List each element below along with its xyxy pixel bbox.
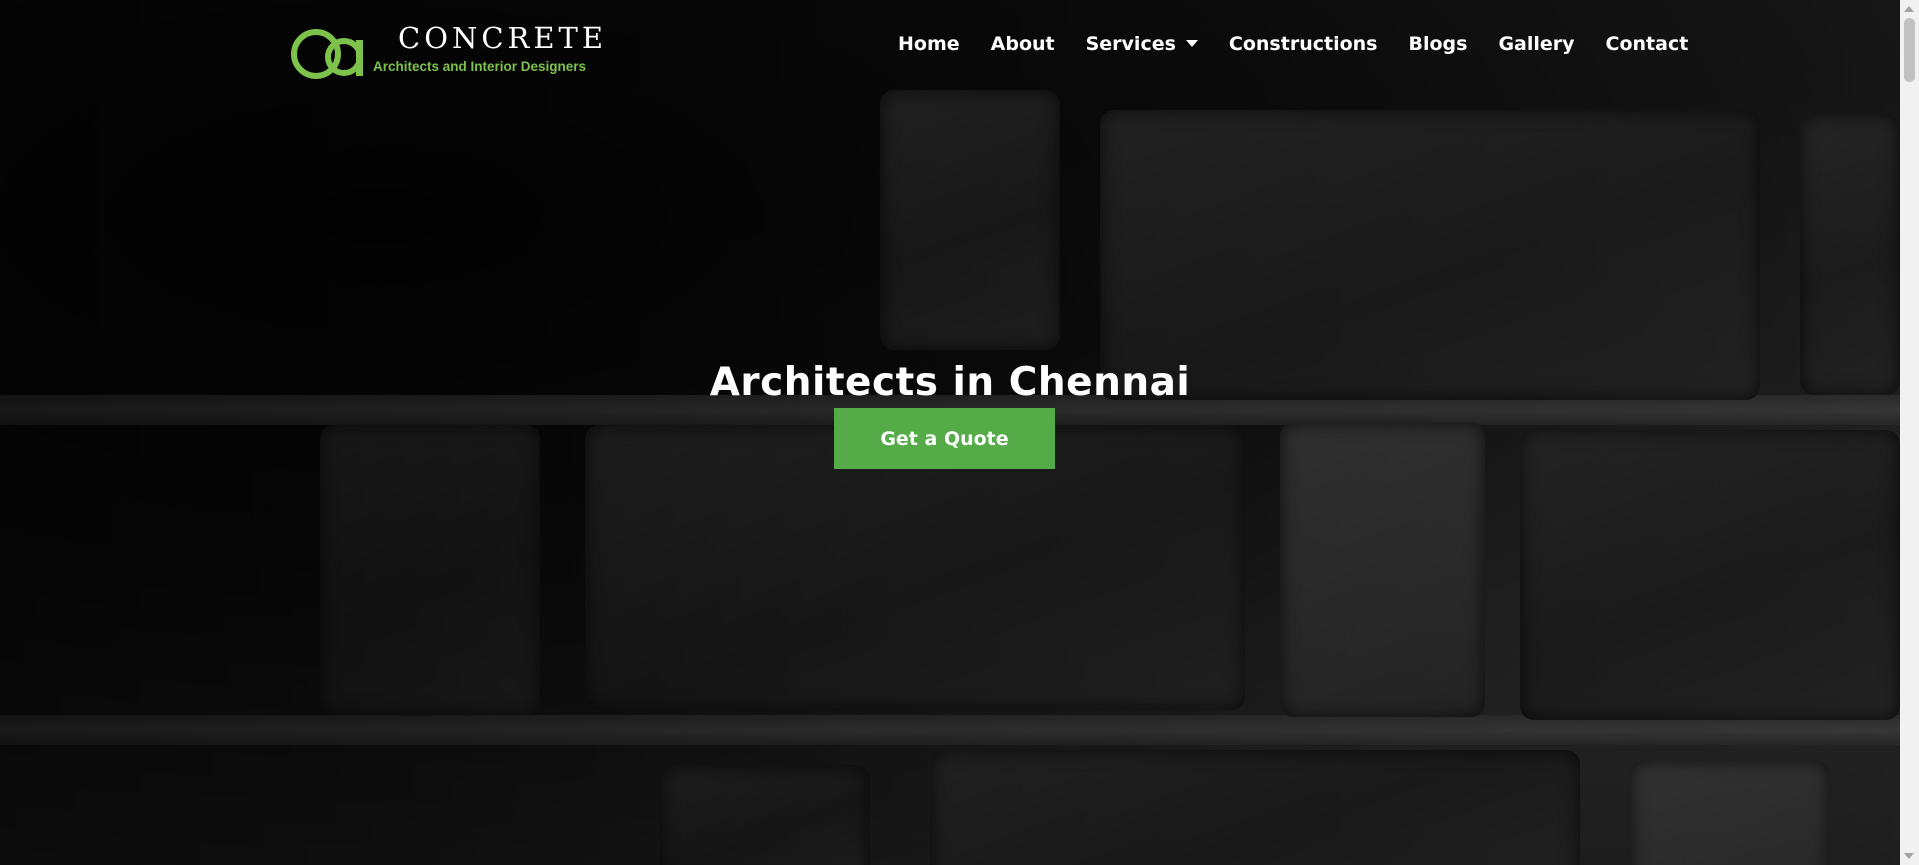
scroll-up-arrow-icon[interactable] bbox=[1904, 6, 1914, 12]
site-logo[interactable]: CONCRETE Architects and Interior Designe… bbox=[290, 20, 603, 80]
nav-about[interactable]: About bbox=[991, 33, 1055, 55]
logo-mark-icon bbox=[291, 29, 363, 79]
nav-services[interactable]: Services bbox=[1086, 33, 1198, 55]
main-nav: Home About Services Constructions Blogs … bbox=[898, 33, 1688, 55]
logo-subtitle: Architects and Interior Designers bbox=[373, 59, 587, 74]
nav-about-label: About bbox=[990, 33, 1055, 55]
nav-constructions-label: Constructions bbox=[1228, 33, 1378, 55]
get-quote-button[interactable]: Get a Quote bbox=[834, 408, 1055, 469]
nav-contact-label: Contact bbox=[1605, 33, 1689, 55]
nav-blogs-label: Blogs bbox=[1408, 33, 1468, 55]
nav-blogs[interactable]: Blogs bbox=[1408, 33, 1467, 55]
chevron-down-icon bbox=[1185, 39, 1198, 47]
nav-home-label: Home bbox=[898, 33, 960, 55]
nav-gallery-label: Gallery bbox=[1498, 33, 1575, 55]
nav-gallery[interactable]: Gallery bbox=[1498, 33, 1574, 55]
scroll-down-arrow-icon[interactable] bbox=[1904, 853, 1914, 859]
scrollbar-thumb[interactable] bbox=[1904, 18, 1915, 82]
nav-services-label: Services bbox=[1085, 33, 1176, 55]
page-scrollbar[interactable] bbox=[1900, 0, 1919, 865]
hero-title: Architects in Chennai bbox=[709, 360, 1191, 406]
nav-home[interactable]: Home bbox=[898, 33, 960, 55]
nav-constructions[interactable]: Constructions bbox=[1229, 33, 1378, 55]
logo-title: CONCRETE bbox=[398, 21, 608, 55]
nav-contact[interactable]: Contact bbox=[1606, 33, 1689, 55]
site-header: CONCRETE Architects and Interior Designe… bbox=[0, 0, 1900, 95]
